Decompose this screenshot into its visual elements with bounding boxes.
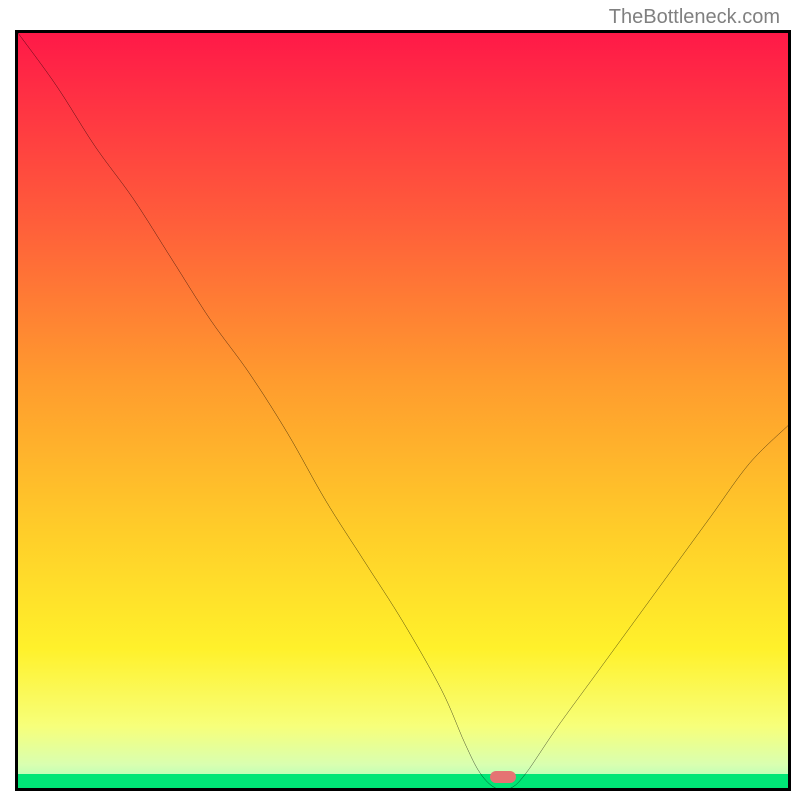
optimal-point-marker xyxy=(490,771,516,783)
chart-container: TheBottleneck.com xyxy=(0,0,800,800)
bottleneck-curve xyxy=(18,33,788,788)
watermark-text: TheBottleneck.com xyxy=(609,6,780,29)
curve-layer xyxy=(18,33,788,788)
plot-area xyxy=(15,30,791,791)
